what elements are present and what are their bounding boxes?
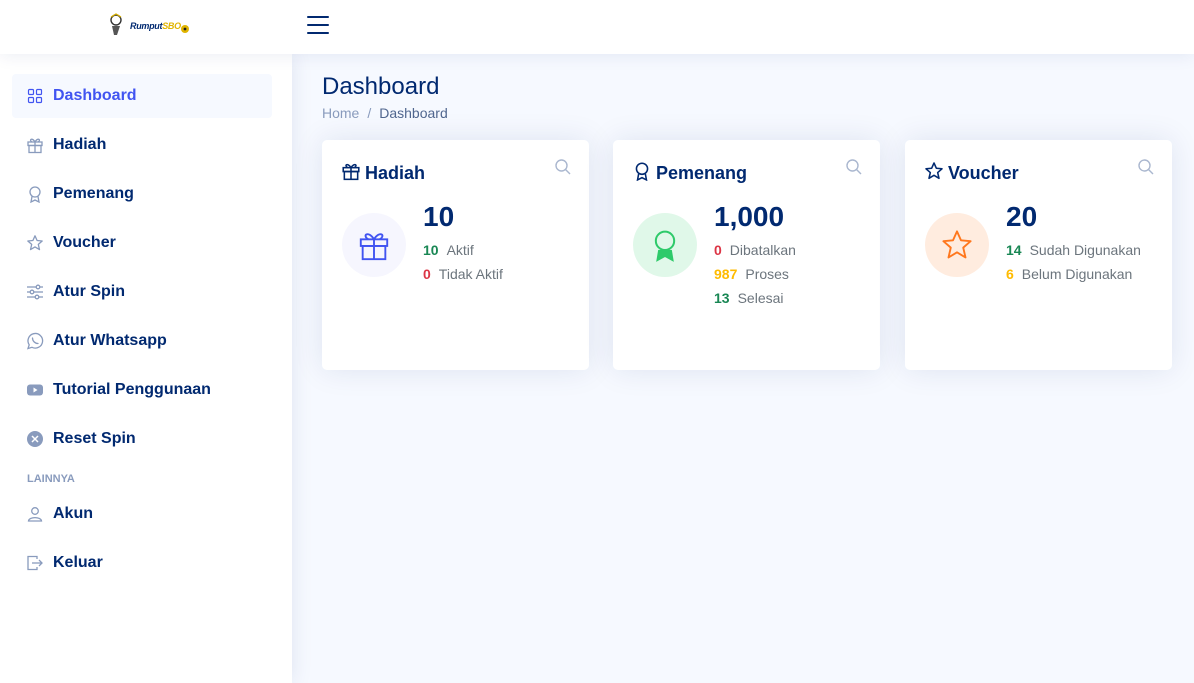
logo-suffix: SBO [162,21,181,31]
stat-label: Aktif [446,242,474,258]
sidebar-item-hadiah[interactable]: Hadiah [12,123,272,167]
sidebar-item-label: Reset Spin [53,430,136,447]
sidebar-heading: LAINNYA [27,473,75,485]
grid-icon [26,87,44,105]
stat-value: 6 [1006,266,1014,282]
card-voucher: Voucher 20 14 Sudah Digunakan 6 Belum Digu… [905,140,1172,370]
person-icon [26,505,44,523]
logo-prefix: Rumput [130,21,163,31]
whatsapp-icon [26,332,44,350]
sidebar-item-label: Tutorial Penggunaan [53,381,211,398]
stat-value: 987 [714,266,738,282]
stat-label: Belum Digunakan [1021,266,1133,282]
card-title: Pemenang [632,161,747,185]
sidebar-item-atur-whatsapp[interactable]: Atur Whatsapp [12,319,272,363]
card-title-text: Hadiah [365,162,426,183]
stat-row: 14 Sudah Digunakan [1006,242,1141,258]
x-circle-icon [26,430,44,448]
stat-row: 0 Tidak Aktif [423,266,503,282]
gift-icon [342,213,406,277]
award-icon [632,161,652,185]
sidebar-item-atur-spin[interactable]: Atur Spin [12,270,272,314]
card-pemenang: Pemenang 1,000 0 Dibatalkan 987 Proses 13 S… [613,140,880,370]
stat-row: 0 Dibatalkan [714,242,796,258]
stat-row: 6 Belum Digunakan [1006,266,1132,282]
stat-value: 0 [714,242,722,258]
search-icon[interactable] [554,158,572,180]
sidebar-item-tutorial[interactable]: Tutorial Penggunaan [12,368,272,412]
gift-icon [341,161,361,185]
logout-icon [26,554,44,572]
pemenang-total: 1,000 [714,201,785,232]
stat-row: 987 Proses [714,266,789,282]
card-title-text: Voucher [948,162,1019,183]
sidebar-item-label: Pemenang [53,185,134,202]
sidebar-item-label: Keluar [53,554,103,571]
sidebar-item-label: Hadiah [53,136,107,153]
sidebar-item-label: Dashboard [53,87,137,104]
stat-label: Proses [745,266,789,282]
sidebar-item-label: Atur Whatsapp [53,332,167,349]
brand-logo[interactable]: RumputSBO [108,11,192,39]
sidebar: Dashboard Hadiah Pemenang Voucher Atur S… [0,54,292,683]
logo-text: RumputSBO [130,21,181,31]
breadcrumb-separator: / [367,105,372,121]
stat-value: 0 [423,266,431,282]
stat-label: Tidak Aktif [438,266,503,282]
sidebar-item-akun[interactable]: Akun [12,492,272,536]
sidebar-item-dashboard[interactable]: Dashboard [12,74,272,118]
award-icon [26,185,44,203]
stat-row: 10 Aktif [423,242,474,258]
search-icon[interactable] [845,158,863,180]
stat-label: Selesai [737,290,784,306]
stat-value: 10 [423,242,439,258]
gift-icon [26,136,44,154]
top-header: RumputSBO [0,0,1194,54]
star-icon [925,213,989,277]
sidebar-item-keluar[interactable]: Keluar [12,541,272,585]
award-icon [633,213,697,277]
stat-label: Dibatalkan [729,242,796,258]
stat-row: 13 Selesai [714,290,784,306]
hadiah-total: 10 [423,201,455,232]
stat-value: 14 [1006,242,1022,258]
sidebar-item-label: Atur Spin [53,283,125,300]
card-title: Hadiah [341,161,425,185]
sidebar-item-voucher[interactable]: Voucher [12,221,272,265]
sidebar-item-label: Voucher [53,234,116,251]
youtube-icon [26,381,44,399]
page-title: Dashboard [322,73,440,100]
voucher-total: 20 [1006,201,1038,232]
breadcrumb-home[interactable]: Home [322,105,359,121]
stat-value: 13 [714,290,730,306]
toggle-sidebar-icon[interactable] [305,12,331,38]
sidebar-item-label: Akun [53,505,93,522]
search-icon[interactable] [1137,158,1155,180]
breadcrumb: Home / Dashboard [322,105,448,121]
star-icon [26,234,44,252]
card-hadiah: Hadiah 10 10 Aktif 0 Tidak Aktif [322,140,589,370]
sidebar-item-reset-spin[interactable]: Reset Spin [12,417,272,461]
star-icon [924,161,944,185]
stat-label: Sudah Digunakan [1029,242,1141,258]
sliders-icon [26,283,44,301]
breadcrumb-current: Dashboard [379,105,448,121]
sidebar-item-pemenang[interactable]: Pemenang [12,172,272,216]
card-title: Voucher [924,161,1019,185]
card-title-text: Pemenang [656,162,748,183]
